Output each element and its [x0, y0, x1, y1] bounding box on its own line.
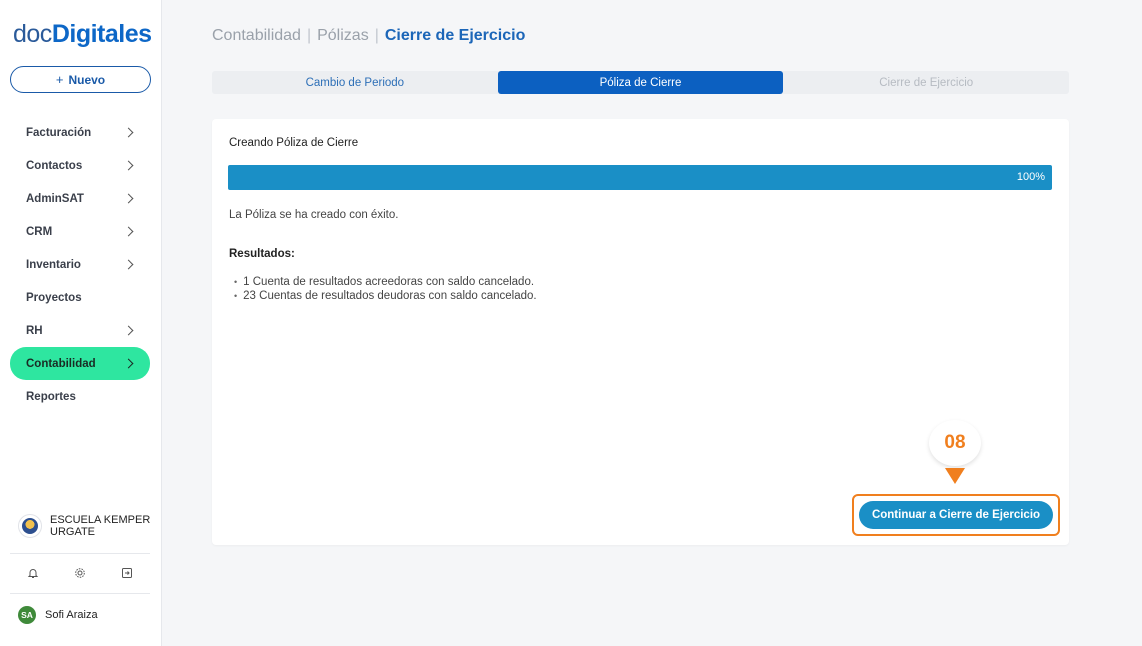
bullet-icon: •	[234, 277, 238, 287]
chevron-right-icon	[123, 127, 134, 138]
sidebar-item-rh[interactable]: RH	[10, 314, 150, 347]
logo-text-bold: Digitales	[51, 20, 152, 48]
logo[interactable]: docDigitales	[13, 20, 152, 49]
sidebar-item-label: CRM	[26, 225, 53, 238]
footer-icons	[10, 564, 150, 582]
user-name: Sofi Araiza	[45, 609, 98, 621]
chevron-right-icon	[123, 325, 134, 336]
sidebar-item-label: Contactos	[26, 159, 83, 172]
progress-bar: 100%	[228, 165, 1052, 190]
sidebar-item-inventario[interactable]: Inventario	[10, 248, 150, 281]
breadcrumb-polizas[interactable]: Pólizas	[317, 27, 369, 44]
breadcrumb: Contabilidad | Pólizas | Cierre de Ejercicio	[212, 27, 525, 45]
organization-logo-icon	[18, 514, 42, 538]
chevron-right-icon	[123, 160, 134, 171]
sidebar-item-facturaci-n[interactable]: Facturación	[10, 116, 150, 149]
logo-text-light: doc	[13, 20, 52, 48]
step-tab-3[interactable]: Cierre de Ejercicio	[783, 71, 1069, 94]
list-item: • 1 Cuenta de resultados acreedoras con s…	[234, 275, 537, 289]
sidebar-item-label: AdminSAT	[26, 192, 84, 205]
progress-label: 100%	[1016, 171, 1045, 183]
breadcrumb-separator: |	[374, 27, 379, 44]
divider	[10, 593, 150, 594]
user-profile[interactable]: SA Sofi Araiza	[18, 606, 98, 624]
chevron-right-icon	[123, 358, 134, 369]
page-title: Cierre de Ejercicio	[384, 27, 526, 44]
avatar: SA	[18, 606, 36, 624]
continue-highlight: Continuar a Cierre de Ejercicio	[852, 494, 1060, 536]
breadcrumb-contabilidad[interactable]: Contabilidad	[212, 27, 301, 44]
success-message: La Póliza se ha creado con éxito.	[229, 209, 399, 221]
logout-icon[interactable]	[118, 564, 136, 582]
step-tab-1[interactable]: Cambio de Periodo	[212, 71, 498, 94]
sidebar-item-label: Contabilidad	[26, 357, 96, 370]
result-text: 23 Cuentas de resultados deudoras con sa…	[243, 290, 537, 302]
sidebar-item-label: Reportes	[26, 390, 76, 403]
bullet-icon: •	[234, 291, 238, 301]
continue-button[interactable]: Continuar a Cierre de Ejercicio	[859, 501, 1053, 529]
gear-icon[interactable]	[71, 564, 89, 582]
results-list: • 1 Cuenta de resultados acreedoras con s…	[234, 275, 537, 303]
bell-icon[interactable]	[24, 564, 42, 582]
sidebar-item-label: Inventario	[26, 258, 81, 271]
sidebar-item-proyectos[interactable]: Proyectos	[10, 281, 150, 314]
step-number-badge: 08	[929, 420, 981, 466]
organization[interactable]: ESCUELA KEMPER URGATE	[18, 514, 155, 538]
sidebar-item-crm[interactable]: CRM	[10, 215, 150, 248]
sidebar-item-label: Proyectos	[26, 291, 82, 304]
plus-icon: +	[55, 72, 64, 87]
breadcrumb-separator: |	[306, 27, 312, 44]
organization-name: ESCUELA KEMPER URGATE	[50, 514, 151, 538]
sidebar-item-contactos[interactable]: Contactos	[10, 149, 150, 182]
sidebar-item-label: RH	[26, 324, 43, 337]
pointer-arrow-icon	[945, 468, 965, 484]
sidebar-item-adminsat[interactable]: AdminSAT	[10, 182, 150, 215]
sidebar-item-contabilidad[interactable]: Contabilidad	[10, 347, 150, 380]
list-item: • 23 Cuentas de resultados deudoras con s…	[234, 289, 537, 303]
result-card: Creando Póliza de Cierre 100% La Póliza …	[212, 119, 1069, 545]
new-button[interactable]: + Nuevo	[10, 66, 151, 93]
progress-fill	[228, 165, 1052, 190]
chevron-right-icon	[123, 259, 134, 270]
sidebar-item-label: Facturación	[26, 126, 92, 139]
sidebar-item-reportes[interactable]: Reportes	[10, 380, 150, 413]
sidebar: docDigitales + Nuevo Facturación Contacto…	[0, 0, 162, 646]
chevron-right-icon	[123, 226, 134, 237]
new-button-label: Nuevo	[68, 72, 106, 87]
divider	[10, 553, 150, 554]
result-text: 1 Cuenta de resultados acreedoras con sa…	[243, 276, 535, 288]
card-title: Creando Póliza de Cierre	[229, 137, 359, 149]
stepper: Cambio de Periodo Póliza de Cierre Cierre …	[212, 71, 1069, 94]
sidebar-nav: Facturación Contactos AdminSAT CRM Inventari…	[10, 116, 150, 413]
chevron-right-icon	[123, 193, 134, 204]
step-tab-2[interactable]: Póliza de Cierre	[497, 71, 784, 94]
results-title: Resultados:	[229, 248, 295, 260]
